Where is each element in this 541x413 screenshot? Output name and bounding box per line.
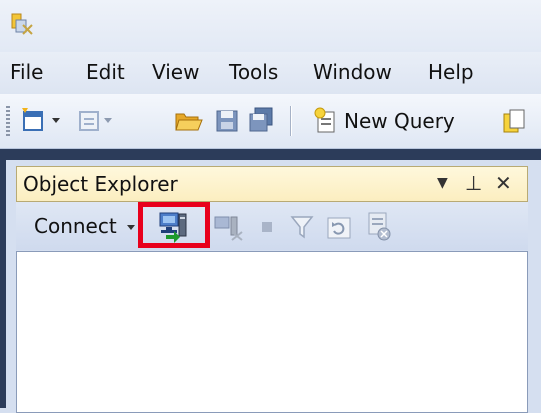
menu-view[interactable]: View <box>152 60 199 84</box>
object-explorer-title: Object Explorer <box>23 172 178 196</box>
object-explorer-tree[interactable] <box>16 251 528 413</box>
object-explorer-header: Object Explorer ▼ ⊥ ✕ <box>16 166 528 202</box>
toolbar-separator <box>290 106 292 136</box>
new-query-icon[interactable] <box>312 106 342 134</box>
filter-icon[interactable] <box>290 214 314 240</box>
menu-tools[interactable]: Tools <box>229 60 278 84</box>
toolbar-grip[interactable] <box>6 106 10 136</box>
open-folder-icon[interactable] <box>174 106 204 134</box>
menu-help[interactable]: Help <box>428 60 474 84</box>
menu-bar: File Edit View Tools Window Help <box>0 52 541 94</box>
save-icon[interactable] <box>214 106 240 134</box>
copy-icon[interactable] <box>498 106 528 134</box>
object-explorer-toolbar: Connect <box>16 202 528 250</box>
menu-edit[interactable]: Edit <box>86 60 125 84</box>
highlight-box <box>138 202 210 248</box>
connect-button[interactable]: Connect <box>34 214 117 238</box>
toolbar-bottom-border <box>0 149 541 160</box>
title-bar <box>0 0 541 52</box>
menu-file[interactable]: File <box>10 60 43 84</box>
refresh-icon[interactable] <box>326 216 352 240</box>
save-all-icon[interactable] <box>246 106 276 134</box>
window-position-dropdown-icon[interactable]: ▼ <box>437 175 448 191</box>
script-summary-icon[interactable] <box>364 210 394 242</box>
disconnect-icon[interactable] <box>212 214 246 242</box>
dropdown-arrow-icon[interactable] <box>126 214 136 238</box>
standard-toolbar: New Query <box>0 94 541 149</box>
object-explorer-panel: Object Explorer ▼ ⊥ ✕ Connect <box>6 160 541 413</box>
panel-right-gutter <box>528 202 541 412</box>
new-project-icon[interactable] <box>20 106 64 134</box>
auto-hide-pin-icon[interactable]: ⊥ <box>465 171 482 195</box>
stop-icon[interactable] <box>260 220 274 234</box>
ssms-app-icon <box>11 13 33 35</box>
menu-window[interactable]: Window <box>313 60 392 84</box>
add-item-icon[interactable] <box>76 106 120 134</box>
new-query-button[interactable]: New Query <box>344 109 455 133</box>
close-icon[interactable]: ✕ <box>495 171 512 195</box>
